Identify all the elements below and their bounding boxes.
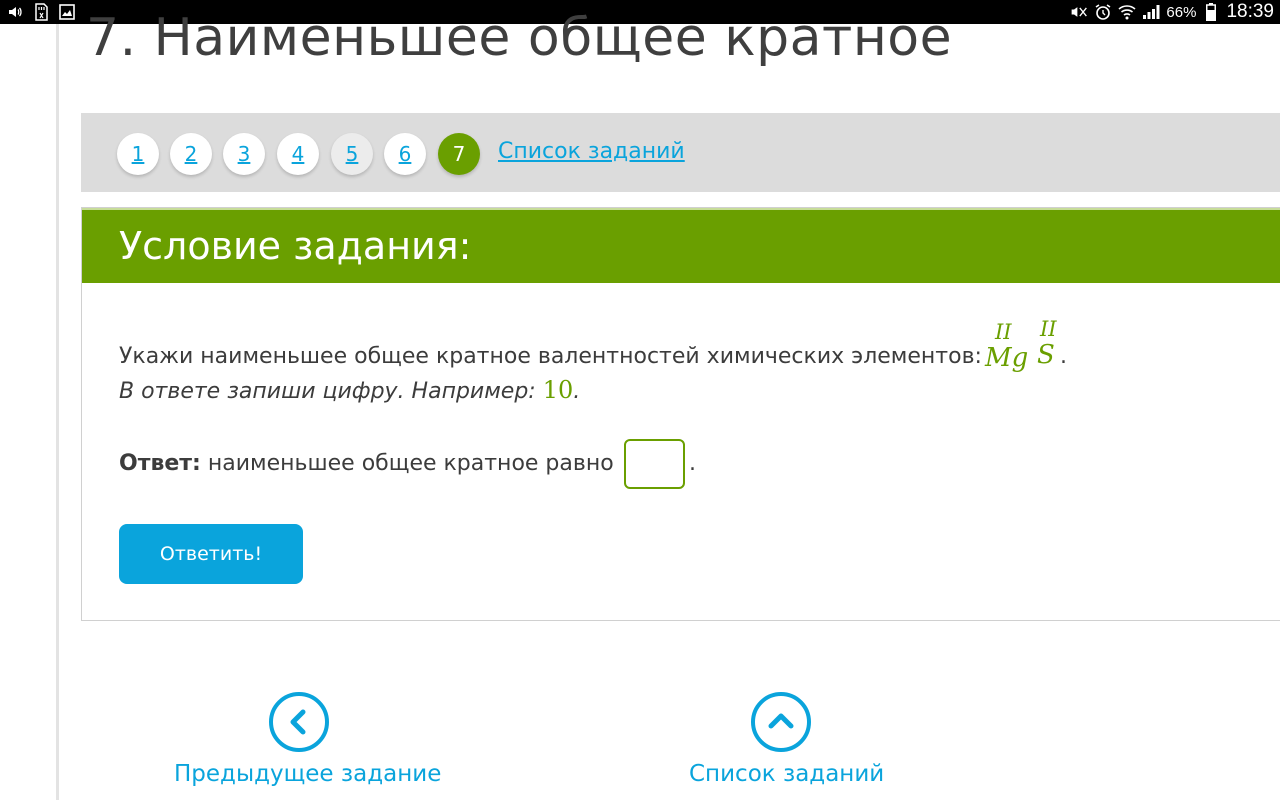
task-header-title: Условие задания:	[119, 224, 472, 268]
previous-task-link[interactable]: Предыдущее задание	[174, 761, 441, 787]
instruction-text: В ответе запиши цифру. Например:	[119, 379, 536, 404]
element-s-valence: II	[1040, 317, 1057, 341]
task-list-link[interactable]: Список заданий	[498, 139, 685, 164]
page-link-4[interactable]: 4	[277, 133, 319, 175]
element-mg-symbol: Mg	[985, 343, 1029, 373]
chevron-up-icon	[768, 713, 794, 729]
example-value: 10	[542, 376, 574, 404]
page-link-1[interactable]: 1	[117, 133, 159, 175]
task-list-bottom-link[interactable]: Список заданий	[689, 761, 884, 787]
element-mg-valence: II	[995, 320, 1012, 344]
answer-end: .	[689, 451, 696, 476]
page-edge-divider	[56, 24, 59, 800]
page-link-5[interactable]: 5	[331, 133, 373, 175]
gallery-icon	[58, 3, 76, 21]
battery-icon	[1202, 3, 1220, 21]
instruction-end: .	[573, 379, 581, 404]
clock: 18:39	[1226, 1, 1274, 22]
answer-label: Ответ:	[119, 451, 201, 476]
answer-input[interactable]	[624, 439, 685, 489]
page-title: 7. Наименьшее общее кратное	[86, 8, 953, 68]
alarm-icon	[1094, 3, 1112, 21]
element-s-symbol: S	[1037, 340, 1055, 370]
page-link-2[interactable]: 2	[170, 133, 212, 175]
wifi-icon	[1118, 3, 1136, 21]
task-header: Условие задания:	[82, 208, 1280, 283]
battery-percent: 66%	[1166, 3, 1197, 21]
task-list-button[interactable]	[751, 692, 811, 752]
chevron-left-icon	[290, 709, 306, 735]
page-link-7-current[interactable]: 7	[438, 133, 480, 175]
instruction-line: В ответе запиши цифру. Например: 10.	[119, 376, 580, 404]
question-text: Укажи наименьшее общее кратное валентнос…	[119, 344, 982, 369]
previous-task-button[interactable]	[269, 692, 329, 752]
submit-answer-button[interactable]: Ответить!	[119, 524, 303, 584]
task-panel: Условие задания: Укажи наименьшее общее …	[81, 207, 1280, 621]
signal-icon	[1142, 3, 1160, 21]
sd-card-icon	[32, 3, 50, 21]
page-link-6[interactable]: 6	[384, 133, 426, 175]
question-end: .	[1060, 344, 1067, 369]
answer-row: Ответ: наименьшее общее кратное равно	[119, 451, 614, 476]
page-link-3[interactable]: 3	[223, 133, 265, 175]
mute-icon	[1070, 3, 1088, 21]
volume-icon	[6, 3, 24, 21]
answer-text: наименьшее общее кратное равно	[207, 451, 614, 476]
task-pagination: 1 2 3 4 5 6 7 Список заданий	[81, 113, 1280, 192]
